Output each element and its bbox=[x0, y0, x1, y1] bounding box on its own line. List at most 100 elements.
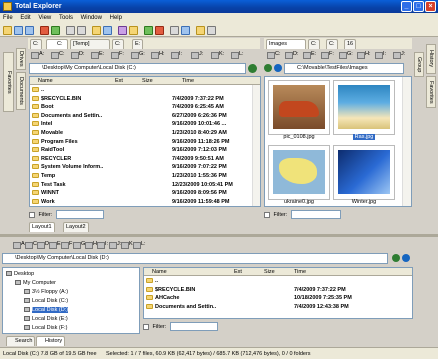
file-row[interactable]: Intel 9/16/2009 10:01:46 ... bbox=[30, 120, 250, 128]
back-icon[interactable] bbox=[264, 64, 272, 72]
bcol-name[interactable]: Name bbox=[152, 268, 167, 276]
tab-left-3[interactable]: C: bbox=[112, 39, 124, 49]
sync-icon[interactable] bbox=[144, 26, 153, 35]
side-tab-group[interactable]: Group bbox=[414, 52, 424, 77]
tab-left-2[interactable]: [Temp] bbox=[70, 39, 110, 49]
bottom-forward-icon[interactable] bbox=[402, 254, 410, 262]
filter-checkbox[interactable] bbox=[29, 211, 35, 218]
panel-splitter[interactable] bbox=[0, 234, 438, 237]
side-tab-history[interactable]: History bbox=[426, 44, 436, 74]
menu-file[interactable]: File bbox=[0, 15, 16, 21]
refresh-icon[interactable] bbox=[51, 26, 60, 35]
minimize-button[interactable]: _ bbox=[401, 1, 412, 12]
file-row[interactable]: Test Task 12/23/2009 10:05:41 PM bbox=[30, 181, 250, 189]
file-row[interactable]: Documents and Settin.. 6/27/2009 6:26:36 … bbox=[30, 112, 250, 120]
file-row[interactable]: $RECYCLE.BIN 7/4/2009 7:37:22 PM bbox=[30, 95, 250, 103]
close-button[interactable]: × bbox=[425, 1, 436, 12]
side-tab-favorites[interactable]: Favorites bbox=[3, 52, 14, 112]
thumb-winter[interactable] bbox=[333, 145, 395, 200]
file-row[interactable]: WINNT 9/16/2009 8:09:56 PM bbox=[30, 189, 250, 197]
paste-icon[interactable] bbox=[25, 26, 34, 35]
drive-l[interactable]: L: bbox=[230, 50, 244, 59]
left-list-scrollbar[interactable] bbox=[252, 85, 260, 206]
bcol-time[interactable]: Time bbox=[294, 268, 306, 276]
properties-icon[interactable] bbox=[103, 26, 112, 35]
drive-h[interactable]: H: bbox=[150, 50, 165, 59]
filter-input[interactable] bbox=[55, 210, 104, 220]
file-row[interactable]: System Volume Inform.. 9/16/2009 7:07:22 … bbox=[30, 163, 250, 171]
file-row[interactable]: .. bbox=[144, 277, 364, 285]
drive-j[interactable]: J: bbox=[190, 50, 203, 59]
tab-left-1[interactable]: C: bbox=[46, 39, 68, 49]
rdrive-e[interactable]: E: bbox=[302, 50, 316, 59]
col-time[interactable]: Time bbox=[182, 77, 194, 85]
terminal-icon[interactable] bbox=[207, 26, 216, 35]
bcol-ext[interactable]: Ext bbox=[234, 268, 242, 276]
col-size[interactable]: Size bbox=[142, 77, 153, 85]
settings-icon[interactable] bbox=[170, 26, 179, 35]
layout-tab-2[interactable]: Layout2 bbox=[63, 222, 89, 232]
forward-icon[interactable] bbox=[274, 64, 282, 72]
side-tab-drives[interactable]: Drives bbox=[16, 48, 26, 70]
drive-k[interactable]: K: bbox=[210, 50, 224, 59]
file-row[interactable]: RECYCLER 7/4/2009 9:50:51 AM bbox=[30, 155, 250, 163]
file-row[interactable]: Movable 1/23/2010 8:40:29 AM bbox=[30, 129, 250, 137]
rdrive-h[interactable]: H: bbox=[356, 50, 371, 59]
file-row[interactable]: Temp 1/23/2010 1:55:36 PM bbox=[30, 172, 250, 180]
col-name[interactable]: Name bbox=[38, 77, 53, 85]
right-address-bar[interactable]: C:\Movable\TestFiles\Images bbox=[284, 63, 404, 74]
file-row[interactable]: Boot 7/4/2009 6:25:45 AM bbox=[30, 103, 250, 111]
bookmark-icon[interactable] bbox=[129, 26, 138, 35]
rdrive-i[interactable]: I: bbox=[374, 50, 386, 59]
thumb-ukraine0[interactable] bbox=[268, 145, 330, 200]
file-row[interactable]: .. bbox=[30, 86, 250, 94]
col-ext[interactable]: Ext bbox=[115, 77, 123, 85]
menu-window[interactable]: Window bbox=[78, 15, 105, 21]
bottom-filter-checkbox[interactable] bbox=[143, 323, 149, 330]
bottom-go-icon[interactable] bbox=[392, 254, 400, 262]
tab-right-3[interactable]: 16 bbox=[344, 39, 357, 49]
thumb-pic0108[interactable] bbox=[268, 80, 330, 135]
side-tab-documents[interactable]: Documents bbox=[16, 72, 26, 110]
menu-help[interactable]: Help bbox=[107, 15, 125, 21]
tab-search[interactable]: Search bbox=[6, 336, 36, 346]
bottom-address-bar[interactable]: \Desktop\My Computer\Local Disk (D:) bbox=[2, 253, 388, 264]
new-folder-icon[interactable] bbox=[3, 26, 12, 35]
tab-right-1[interactable]: C: bbox=[308, 39, 320, 49]
maximize-button[interactable]: □ bbox=[413, 1, 424, 12]
rdrive-c[interactable]: C: bbox=[266, 50, 281, 59]
drive-f[interactable]: F: bbox=[110, 50, 124, 59]
delete-icon[interactable] bbox=[40, 26, 49, 35]
tree-item[interactable]: Local Disk (F:) bbox=[24, 324, 67, 332]
stop-icon[interactable] bbox=[155, 26, 164, 35]
file-row[interactable]: $RECYCLE.BIN 7/4/2009 7:37:22 PM bbox=[144, 286, 364, 294]
tree-item[interactable]: Local Disk (E:) bbox=[24, 315, 68, 323]
file-row[interactable]: Program Files 9/16/2009 11:18:26 PM bbox=[30, 138, 250, 146]
file-row[interactable]: Work 9/16/2009 11:59:48 PM bbox=[30, 198, 250, 206]
archive-icon[interactable] bbox=[196, 26, 205, 35]
tree-item[interactable]: My Computer bbox=[15, 279, 56, 287]
left-address-bar[interactable]: \Desktop\My Computer\Local Disk (C:) bbox=[29, 63, 246, 74]
rdrive-d[interactable]: D: bbox=[284, 50, 299, 59]
tab-left-0[interactable]: C: bbox=[30, 39, 42, 49]
drive-d[interactable]: D: bbox=[70, 50, 85, 59]
file-row[interactable]: RaidTool 9/16/2009 7:12:03 PM bbox=[30, 146, 250, 154]
bdrive-i[interactable]: I: bbox=[96, 240, 108, 249]
thumb-scrollbar[interactable] bbox=[402, 77, 411, 206]
right-filter-checkbox[interactable] bbox=[264, 211, 270, 218]
drive-e[interactable]: E: bbox=[90, 50, 104, 59]
menu-view[interactable]: View bbox=[35, 15, 54, 21]
drive-c[interactable]: C: bbox=[50, 50, 65, 59]
go-icon[interactable] bbox=[248, 64, 257, 73]
thumb-ras[interactable] bbox=[333, 80, 395, 135]
tree-item[interactable]: Local Disk (D:) bbox=[24, 306, 69, 314]
menu-tools[interactable]: Tools bbox=[56, 15, 76, 21]
rdrive-f[interactable]: F: bbox=[320, 50, 334, 59]
side-tab-favorites-right[interactable]: Favorites bbox=[426, 76, 436, 108]
file-row[interactable]: Documents and Settin.. 7/4/2009 12:43:38 … bbox=[144, 303, 364, 311]
file-row[interactable]: AHCache 10/18/2009 7:25:35 PM bbox=[144, 294, 364, 302]
drive-a[interactable]: A: bbox=[30, 50, 44, 59]
list-view-icon[interactable] bbox=[77, 26, 86, 35]
tab-right-0[interactable]: Images bbox=[266, 39, 306, 49]
bcol-size[interactable]: Size bbox=[264, 268, 275, 276]
